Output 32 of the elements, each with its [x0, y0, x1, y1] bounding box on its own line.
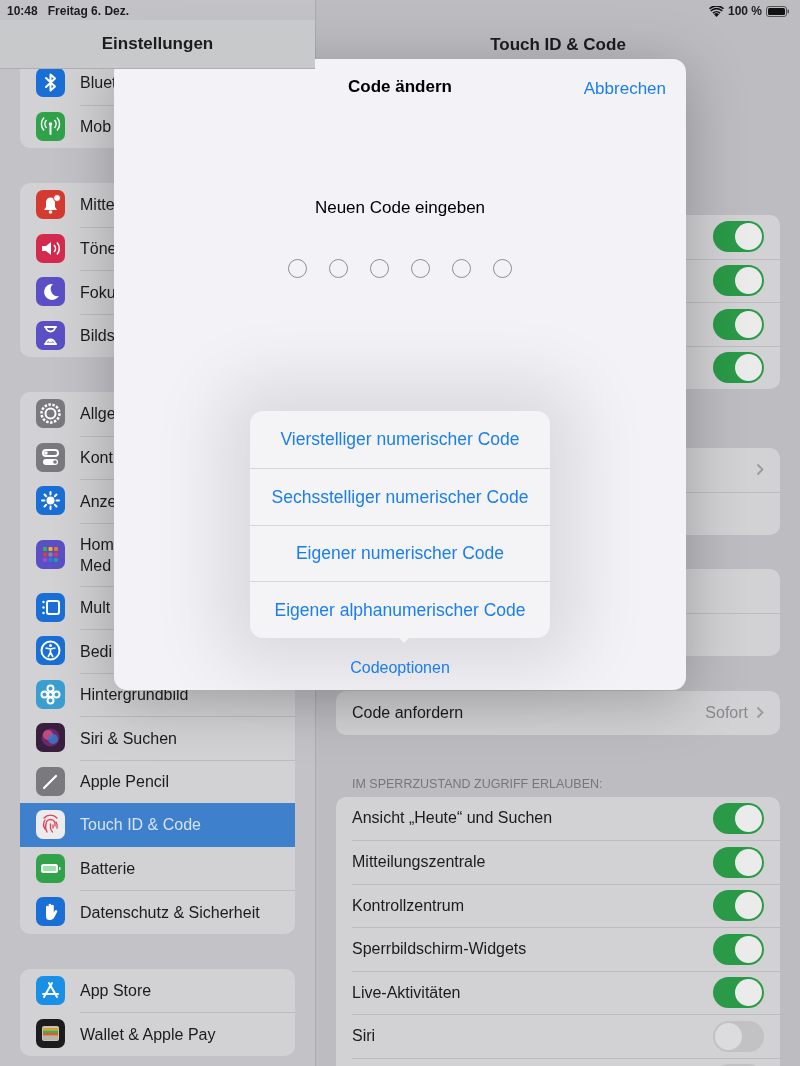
- section-header: IM SPERRZUSTAND ZUGRIFF ERLAUBEN:: [351, 775, 604, 793]
- status-time: 10:48: [7, 3, 38, 20]
- setting-label: Sperrbildschirm-Widgets: [352, 939, 528, 960]
- sidebar-title: Einstellungen: [101, 33, 214, 56]
- setting-label: Mitteilungszentrale: [352, 852, 487, 873]
- sidebar-item-label: Mult: [80, 598, 111, 619]
- sidebar-item-label: Wallet & Apple Pay: [80, 1024, 216, 1045]
- sidebar-item-label: Kont: [80, 448, 113, 469]
- setting-label: Code anfordern: [352, 702, 465, 723]
- sidebar-item-label: Mitte: [80, 195, 115, 216]
- setting-value: Sofort: [705, 702, 748, 723]
- sidebar-item-label: Touch ID & Code: [80, 815, 201, 836]
- sidebar-item-label: Mob: [80, 117, 112, 138]
- page-title: Touch ID & Code: [490, 33, 626, 56]
- sidebar-item-label: Datenschutz & Sicherheit: [80, 902, 260, 923]
- sidebar-item-label: Hintergrundbild: [80, 685, 189, 706]
- sidebar-item-label: Bilds: [80, 326, 115, 347]
- sidebar-item-label: App Store: [80, 980, 152, 1001]
- sidebar-item-label: Batterie: [80, 858, 136, 879]
- setting-label: Siri: [352, 1026, 377, 1047]
- passcode-prompt: Neuen Code eingeben: [314, 197, 486, 219]
- setting-label: Ansicht „Heute“ und Suchen: [352, 808, 554, 829]
- sidebar-item-label: Bedi: [80, 641, 113, 662]
- battery-percent: 100 %: [727, 3, 762, 20]
- setting-label: Kontrollzentrum: [352, 895, 466, 916]
- sidebar-item-label: Hom Med: [80, 534, 114, 576]
- sidebar-item-label: Siri & Suchen: [80, 728, 177, 749]
- setting-label: Live-Aktivitäten: [352, 982, 462, 1003]
- status-date: Freitag 6. Dez.: [47, 3, 130, 20]
- dialog-title: Code ändern: [348, 76, 452, 99]
- sidebar-item-label: Apple Pencil: [80, 772, 169, 793]
- sidebar-item-label: Allge: [80, 404, 116, 425]
